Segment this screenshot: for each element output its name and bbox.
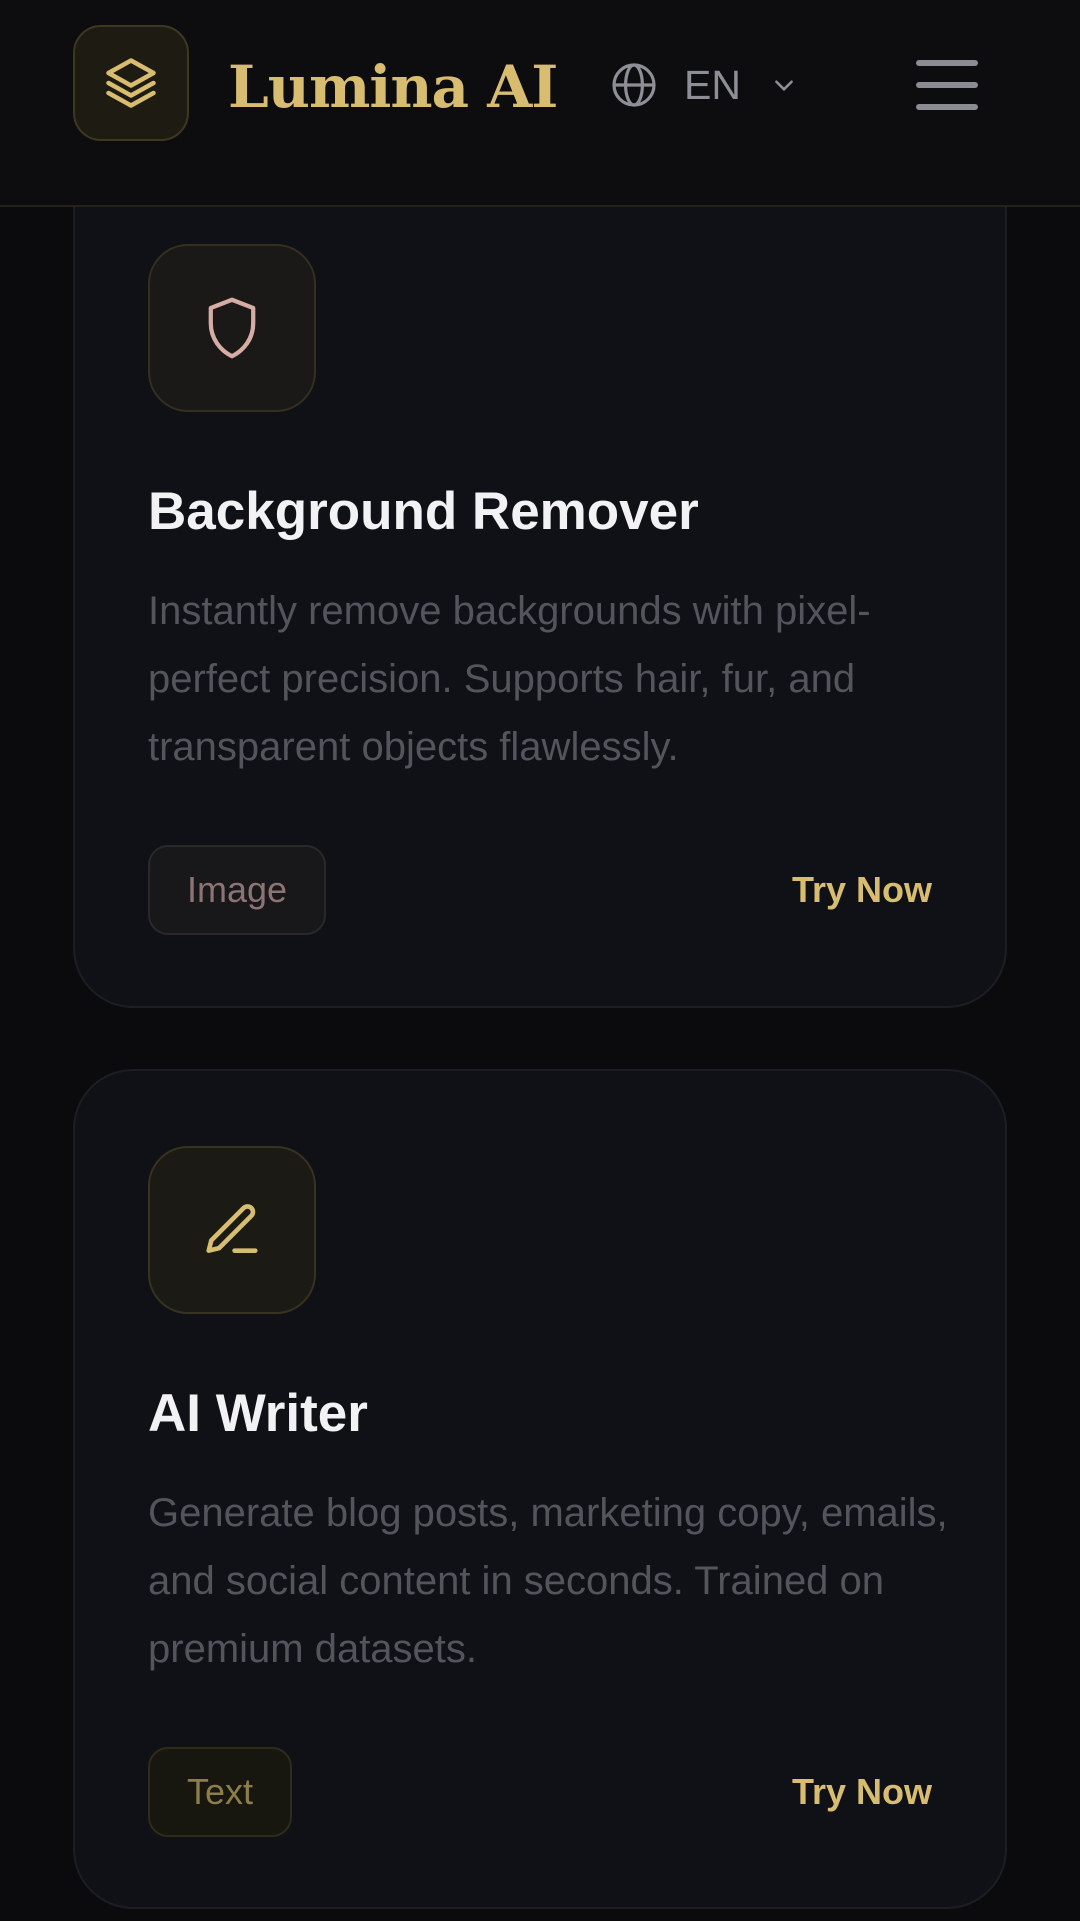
tool-icon-box (148, 244, 316, 412)
card-description: Generate blog posts, marketing copy, ema… (148, 1491, 948, 1671)
layers-icon (106, 58, 156, 108)
header: Lumina AI EN (0, 0, 1080, 207)
category-tag: Text (148, 1747, 293, 1837)
try-now-link[interactable]: Try Now (792, 1762, 932, 1822)
logo[interactable] (73, 25, 189, 141)
menu-icon-bar (916, 104, 978, 110)
card-description: Instantly remove backgrounds with pixel-… (148, 589, 871, 769)
card-title: AI Writer (148, 1384, 368, 1443)
tool-card-ai-writer: AI Writer Generate blog posts, marketing… (73, 1069, 1007, 1909)
pen-icon (206, 1204, 258, 1253)
language-label: EN (684, 61, 741, 108)
menu-icon-bar (916, 60, 978, 66)
language-selector[interactable]: EN (610, 55, 797, 115)
shield-icon (208, 297, 256, 359)
card-title: Background Remover (148, 482, 699, 541)
try-now-link[interactable]: Try Now (792, 860, 932, 920)
brand-name[interactable]: Lumina AI (228, 47, 558, 127)
category-tag: Image (148, 845, 327, 935)
globe-icon (612, 63, 656, 107)
tool-card-background-remover: Background Remover Instantly remove back… (73, 150, 1007, 1008)
tool-icon-box (148, 1146, 316, 1314)
menu-icon-bar (916, 82, 978, 88)
chevron-down-icon (775, 80, 793, 91)
menu-button[interactable] (916, 60, 978, 110)
